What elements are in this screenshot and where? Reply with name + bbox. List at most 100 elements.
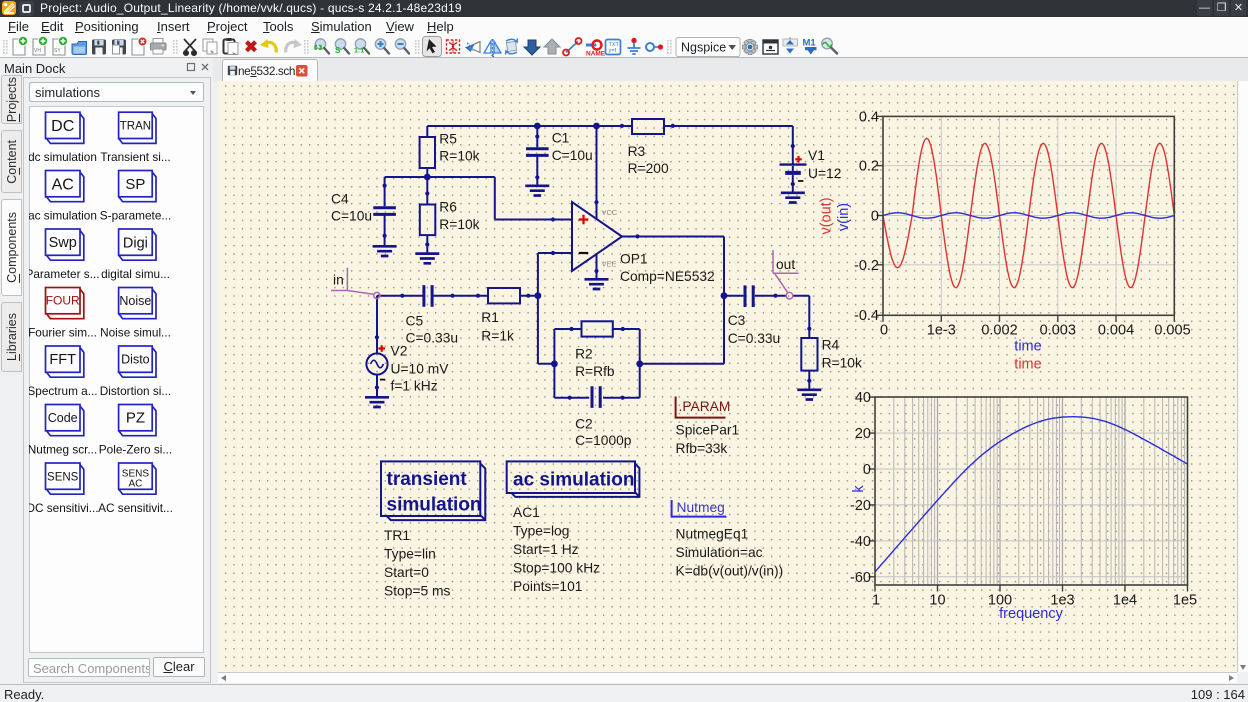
svg-text:Points=101: Points=101 [513, 579, 582, 594]
svg-text:U=12: U=12 [808, 166, 841, 181]
svg-text:S: S [335, 46, 341, 55]
svg-text:OP1: OP1 [620, 252, 648, 267]
svg-text:y=f: y=f [609, 48, 617, 54]
svg-text:Start=1 Hz: Start=1 Hz [513, 542, 579, 557]
svg-text:AC sensitivit...: AC sensitivit... [98, 501, 173, 515]
svg-text:U=10 mV: U=10 mV [391, 361, 450, 376]
svg-text:Code: Code [48, 411, 78, 425]
svg-text:digital simu...: digital simu... [101, 267, 170, 281]
svg-text:R2: R2 [575, 347, 593, 362]
svg-text:-40: -40 [850, 534, 871, 550]
svg-text:transient: transient [387, 469, 468, 490]
svg-text:k: k [851, 485, 867, 493]
svg-text:C=10u: C=10u [331, 208, 372, 223]
svg-text:out: out [776, 257, 795, 272]
svg-text:SENS: SENS [47, 472, 79, 484]
svg-text:R1: R1 [481, 310, 499, 325]
svg-text:SP: SP [125, 176, 145, 193]
svg-text:Rfb=33k: Rfb=33k [676, 441, 728, 456]
svg-text:AC: AC [128, 479, 142, 490]
svg-text:R=10k: R=10k [822, 356, 862, 371]
svg-text:1e-3: 1e-3 [927, 323, 956, 339]
svg-text:-20: -20 [850, 498, 871, 514]
svg-text:dc simulation: dc simulation [29, 150, 97, 164]
svg-text:0.003: 0.003 [1040, 323, 1076, 339]
svg-text:Pole-Zero si...: Pole-Zero si... [99, 443, 172, 457]
svg-text:time: time [1014, 357, 1041, 373]
svg-text:VCC: VCC [602, 208, 618, 217]
svg-text:V2: V2 [391, 344, 408, 359]
svg-text:-0.2: -0.2 [854, 258, 879, 274]
svg-text:Noise simul...: Noise simul... [100, 326, 171, 340]
svg-text:Noise: Noise [119, 294, 151, 308]
svg-text:Disto: Disto [121, 353, 150, 367]
svg-text:20: 20 [855, 426, 871, 442]
svg-text:Parameter s...: Parameter s... [29, 267, 100, 281]
svg-text:C4: C4 [331, 192, 349, 207]
svg-text:Stop=5 ms: Stop=5 ms [384, 584, 450, 599]
svg-text:R5: R5 [439, 132, 457, 147]
svg-text:Type=log: Type=log [513, 524, 569, 539]
svg-text:R6: R6 [439, 200, 457, 215]
svg-text:R4: R4 [822, 338, 840, 353]
svg-text:Swp: Swp [49, 235, 77, 251]
svg-text:NutmegEq1: NutmegEq1 [676, 527, 749, 542]
svg-text:Fourier sim...: Fourier sim... [29, 326, 97, 340]
svg-text:0: 0 [880, 323, 888, 339]
svg-text:DC: DC [51, 118, 74, 135]
svg-text:Comp=NE5532: Comp=NE5532 [620, 269, 715, 284]
svg-text:simulation: simulation [387, 495, 482, 516]
svg-text:R3: R3 [628, 144, 646, 159]
svg-text:M1: M1 [803, 38, 817, 49]
svg-text:Type=lin: Type=lin [384, 547, 436, 562]
svg-text:f=1 kHz: f=1 kHz [391, 379, 438, 394]
svg-text:0: 0 [871, 209, 879, 225]
svg-text:ac simulation: ac simulation [29, 209, 97, 223]
svg-text:AC1: AC1 [513, 505, 540, 520]
svg-text:R=Rfb: R=Rfb [575, 364, 615, 379]
svg-text:TRAN: TRAN [120, 121, 151, 133]
svg-text:Nutmeg scr...: Nutmeg scr... [29, 443, 97, 457]
svg-text:0.004: 0.004 [1098, 323, 1134, 339]
svg-text:1e4: 1e4 [1113, 593, 1137, 609]
svg-text:Ngspice: Ngspice [681, 41, 726, 55]
svg-text:Stop=100 kHz: Stop=100 kHz [513, 561, 600, 576]
svg-text:C5: C5 [406, 313, 424, 328]
svg-text:C2: C2 [575, 417, 593, 432]
svg-text:SpicePar1: SpicePar1 [676, 423, 740, 438]
svg-text:0.002: 0.002 [981, 323, 1017, 339]
svg-text:1e5: 1e5 [1173, 593, 1197, 609]
svg-text:C1: C1 [552, 131, 570, 146]
svg-text:C=0.33u: C=0.33u [406, 331, 459, 346]
svg-text:in: in [333, 273, 344, 288]
svg-text:R=10k: R=10k [439, 217, 479, 232]
svg-text:ac simulation: ac simulation [513, 470, 634, 491]
svg-text:VEE: VEE [602, 260, 617, 269]
svg-text:Simulation=ac: Simulation=ac [676, 545, 763, 560]
svg-text:C3: C3 [728, 313, 746, 328]
svg-text:K=db(v(out)/v(in)): K=db(v(out)/v(in)) [676, 564, 784, 579]
svg-text:0.4: 0.4 [859, 109, 879, 125]
svg-text:Nutmeg: Nutmeg [677, 500, 725, 515]
svg-text:C=0.33u: C=0.33u [728, 331, 781, 346]
svg-text:0.005: 0.005 [1154, 323, 1190, 339]
svg-text:V1: V1 [808, 148, 825, 163]
svg-text:v(in): v(in) [836, 203, 852, 231]
svg-text:1:1: 1:1 [354, 48, 364, 55]
svg-text:time: time [1014, 339, 1041, 355]
svg-text:1: 1 [872, 593, 880, 609]
svg-text:C=10u: C=10u [552, 148, 593, 163]
svg-text:S-paramete...: S-paramete... [100, 209, 171, 223]
svg-text:0.2: 0.2 [859, 159, 879, 175]
svg-text:Spectrum a...: Spectrum a... [29, 384, 98, 398]
svg-text:R=200: R=200 [628, 161, 669, 176]
svg-text:-60: -60 [850, 570, 871, 586]
svg-text:Distortion si...: Distortion si... [100, 384, 171, 398]
svg-text:TR1: TR1 [384, 528, 410, 543]
svg-text:-0.4: -0.4 [854, 308, 879, 324]
svg-text:v(out): v(out) [819, 197, 835, 234]
svg-text:AC: AC [52, 177, 74, 194]
svg-text:.PARAM: .PARAM [679, 399, 731, 414]
svg-text:Start=0: Start=0 [384, 565, 429, 580]
svg-text:0: 0 [863, 462, 871, 478]
